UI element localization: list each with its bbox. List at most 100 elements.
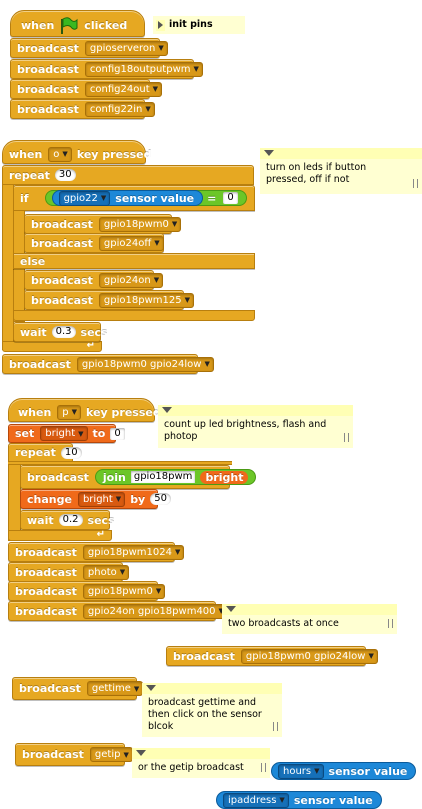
message-dropdown[interactable]: config18outputpwm ▼ xyxy=(84,61,203,77)
dropdown-value: ipaddress xyxy=(228,794,277,806)
message-dropdown[interactable]: gpio18pwm0 ▼ xyxy=(98,216,182,232)
collapse-triangle-icon[interactable] xyxy=(136,750,146,756)
join-text-input[interactable]: gpio18pwm xyxy=(130,471,196,483)
comment-note[interactable]: or the getip broadcast xyxy=(132,748,270,778)
note-title-bar[interactable] xyxy=(222,604,397,615)
repeat-count-input[interactable]: 30 xyxy=(54,169,76,181)
key-dropdown[interactable]: o ▼ xyxy=(48,146,72,162)
message-dropdown[interactable]: gpio24on gpio18pwm400▼ xyxy=(82,603,228,619)
secs-label: secs xyxy=(80,325,108,339)
wait-input[interactable]: 0.2 xyxy=(58,514,83,526)
change-value-input[interactable]: 50 xyxy=(150,493,171,505)
message-dropdown[interactable]: gettime ▼ xyxy=(86,681,144,696)
wait-block[interactable]: wait 0.3 secs xyxy=(13,322,108,342)
when-key-pressed-hat[interactable]: when p ▼ key pressed xyxy=(8,398,161,422)
message-dropdown[interactable]: gpio24off ▼ xyxy=(98,235,164,251)
sensor-value-label: sensor value xyxy=(293,793,373,807)
broadcast-block[interactable]: broadcast gpio18pwm1024 ▼ xyxy=(8,542,185,562)
broadcast-block[interactable]: broadcast gpio24on gpio18pwm400▼ xyxy=(8,601,228,621)
message-dropdown[interactable]: gpioserveron ▼ xyxy=(84,40,168,56)
broadcast-label: broadcast xyxy=(15,565,77,579)
collapsed-note-init-pins[interactable]: init pins xyxy=(153,16,245,34)
collapse-triangle-icon[interactable] xyxy=(264,150,274,156)
expand-triangle-icon[interactable] xyxy=(156,19,165,31)
collapse-triangle-icon[interactable] xyxy=(226,606,236,612)
broadcast-label: broadcast xyxy=(31,236,93,250)
message-dropdown[interactable]: gpio18pwm0 gpio24low ▼ xyxy=(240,648,378,664)
broadcast-block[interactable]: broadcast gpioserveron ▼ xyxy=(10,38,168,58)
wait-input[interactable]: 0.3 xyxy=(51,326,76,338)
if-block[interactable]: if gpio22 ▼ sensor value = 0 xyxy=(13,185,255,211)
comment-note[interactable]: turn on leds if button pressed, off if n… xyxy=(260,148,422,194)
broadcast-block[interactable]: broadcast gpio18pwm0 ▼ xyxy=(24,214,182,234)
collapse-triangle-icon[interactable] xyxy=(162,407,172,413)
message-dropdown[interactable]: getip ▼ xyxy=(89,747,133,762)
broadcast-block[interactable]: broadcast getip ▼ xyxy=(15,743,133,766)
variable-reporter[interactable]: bright xyxy=(200,470,249,484)
broadcast-block[interactable]: broadcast gettime ▼ xyxy=(12,677,144,700)
resize-grip-icon[interactable] xyxy=(388,619,393,628)
key-value: p xyxy=(62,406,69,418)
broadcast-block[interactable]: broadcast gpio18pwm0 ▼ xyxy=(8,581,166,601)
change-variable-block[interactable]: change bright ▼ by 50 xyxy=(20,489,171,509)
broadcast-block[interactable]: broadcast config18outputpwm ▼ xyxy=(10,59,203,79)
variable-dropdown[interactable]: bright ▼ xyxy=(40,426,88,441)
key-dropdown[interactable]: p ▼ xyxy=(57,404,82,420)
comment-note[interactable]: count up led brightness, flash and photo… xyxy=(158,405,353,448)
repeat-block[interactable]: repeat 10 xyxy=(8,443,82,462)
resize-grip-icon[interactable] xyxy=(413,179,418,188)
resize-grip-icon[interactable] xyxy=(344,433,349,442)
wait-block[interactable]: wait 0.2 secs xyxy=(20,510,115,530)
compare-input[interactable]: 0 xyxy=(223,192,238,204)
sensor-dropdown[interactable]: ipaddress ▼ xyxy=(223,792,289,808)
dropdown-value: gpio24on xyxy=(103,274,151,286)
sensor-value-reporter[interactable]: ipaddress ▼ sensor value xyxy=(216,791,382,809)
broadcast-block[interactable]: broadcast gpio18pwm0 gpio24low ▼ xyxy=(166,646,378,666)
comment-note[interactable]: two broadcasts at once xyxy=(222,604,397,634)
when-flag-clicked-hat[interactable]: when clicked xyxy=(10,10,145,37)
broadcast-block[interactable]: broadcast gpio24off ▼ xyxy=(24,233,164,253)
broadcast-block[interactable]: broadcast config24out ▼ xyxy=(10,79,162,99)
note-title-bar[interactable] xyxy=(132,748,270,759)
message-dropdown[interactable]: gpio18pwm0 gpio24low ▼ xyxy=(76,356,214,372)
message-dropdown[interactable]: config24out ▼ xyxy=(84,81,162,97)
broadcast-block[interactable]: broadcast config22in ▼ xyxy=(10,99,155,119)
comment-note[interactable]: broadcast gettime and then click on the … xyxy=(142,683,282,737)
broadcast-label: broadcast xyxy=(17,82,79,96)
sensor-value-reporter[interactable]: gpio22 ▼ sensor value xyxy=(51,190,204,206)
message-dropdown[interactable]: gpio24on ▼ xyxy=(98,272,164,288)
repeat-count-input[interactable]: 10 xyxy=(60,446,82,459)
message-dropdown[interactable]: gpio18pwm0 ▼ xyxy=(82,583,166,599)
note-title-bar[interactable] xyxy=(158,405,353,416)
message-dropdown[interactable]: config22in ▼ xyxy=(84,101,155,117)
broadcast-label: broadcast xyxy=(27,470,89,484)
set-variable-block[interactable]: set bright ▼ to 0 xyxy=(8,424,125,443)
variable-dropdown[interactable]: bright ▼ xyxy=(77,491,126,507)
equals-operator[interactable]: gpio22 ▼ sensor value = 0 xyxy=(44,190,247,206)
broadcast-block[interactable]: broadcast gpio24on ▼ xyxy=(24,270,164,290)
message-dropdown[interactable]: gpio18pwm125 ▼ xyxy=(98,292,194,308)
broadcast-label: broadcast xyxy=(17,41,79,55)
note-title-bar[interactable] xyxy=(142,683,282,694)
broadcast-block[interactable]: broadcast join gpio18pwm bright xyxy=(20,465,257,489)
join-operator[interactable]: join gpio18pwm bright xyxy=(94,469,257,485)
chevron-down-icon: ▼ xyxy=(119,568,126,576)
set-value-input[interactable]: 0 xyxy=(110,427,125,440)
broadcast-block[interactable]: broadcast gpio18pwm125 ▼ xyxy=(24,290,194,310)
repeat-foot: ↵ xyxy=(2,340,102,352)
sensor-dropdown[interactable]: gpio22 ▼ xyxy=(58,190,111,206)
message-dropdown[interactable]: photo ▼ xyxy=(82,564,130,580)
resize-grip-icon[interactable] xyxy=(273,722,278,731)
broadcast-block[interactable]: broadcast photo ▼ xyxy=(8,562,130,582)
note-title-bar[interactable] xyxy=(260,148,422,159)
resize-grip-icon[interactable] xyxy=(261,763,266,772)
broadcast-label: broadcast xyxy=(31,293,93,307)
message-dropdown[interactable]: gpio18pwm1024 ▼ xyxy=(82,544,185,560)
sensor-value-reporter[interactable]: hours ▼ sensor value xyxy=(271,762,417,780)
collapse-triangle-icon[interactable] xyxy=(146,685,156,691)
when-key-pressed-hat[interactable]: when o ▼ key pressed xyxy=(2,140,151,164)
chevron-down-icon: ▼ xyxy=(204,360,210,368)
sensor-dropdown[interactable]: hours ▼ xyxy=(278,763,324,779)
broadcast-block[interactable]: broadcast gpio18pwm0 gpio24low ▼ xyxy=(2,354,214,374)
repeat-block[interactable]: repeat 30 xyxy=(2,165,254,185)
